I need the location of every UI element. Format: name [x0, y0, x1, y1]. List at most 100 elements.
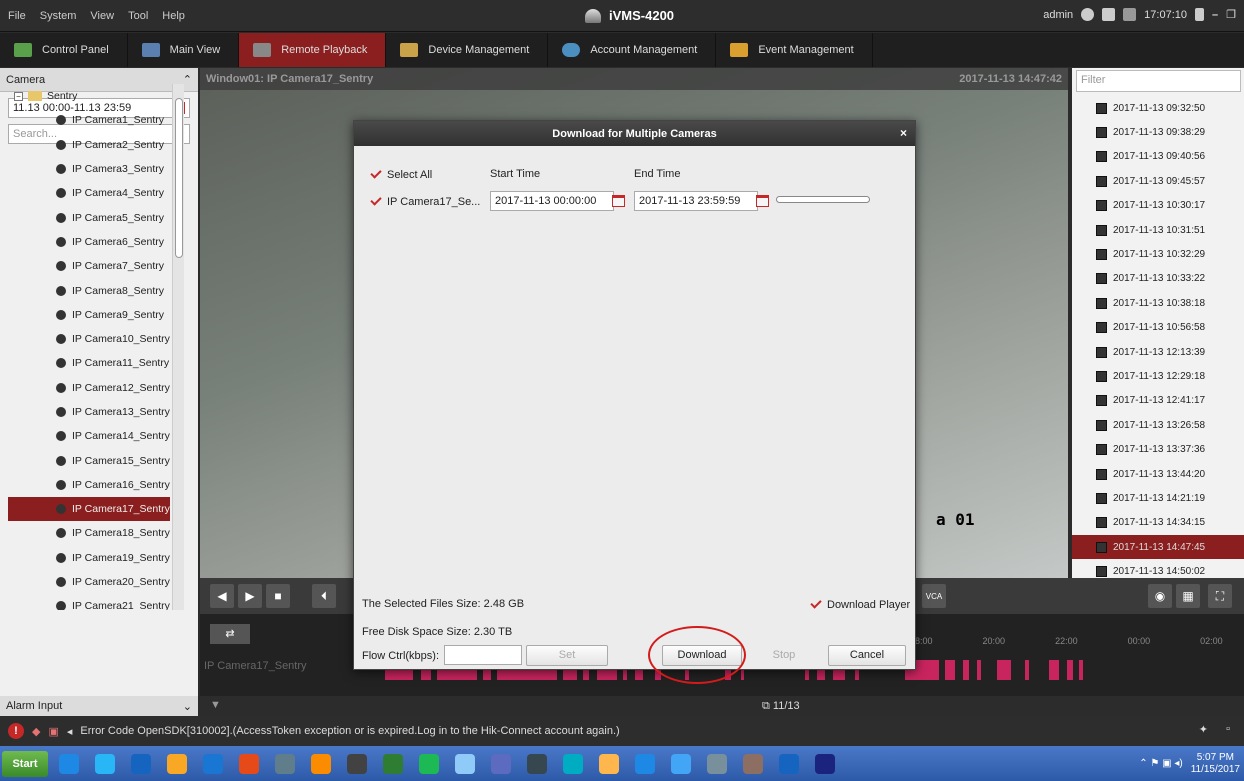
lock-icon[interactable] [1195, 8, 1204, 21]
minimize-icon[interactable]: – [1212, 9, 1218, 21]
tree-camera-item[interactable]: IP Camera21_Sentry [8, 594, 170, 610]
camera-capture-button[interactable]: ◉ [1148, 584, 1172, 608]
tree-camera-item[interactable]: IP Camera1_Sentry [8, 108, 170, 132]
recording-item[interactable]: 2017-11-13 09:45:57 [1072, 169, 1244, 193]
pin-icon[interactable]: ✦ [1199, 723, 1208, 736]
fullscreen-button[interactable]: ⛶ [1208, 584, 1232, 608]
taskbar-app-icon[interactable] [378, 750, 408, 778]
taskbar-app-icon[interactable] [234, 750, 264, 778]
menu-view[interactable]: View [90, 10, 114, 22]
taskbar-app-icon[interactable] [774, 750, 804, 778]
tree-camera-item[interactable]: IP Camera4_Sentry [8, 181, 170, 205]
recording-item[interactable]: 2017-11-13 14:34:15 [1072, 511, 1244, 535]
flow-control-input[interactable] [444, 645, 522, 665]
restore-icon[interactable]: ❐ [1226, 8, 1236, 21]
taskbar-app-icon[interactable] [342, 750, 372, 778]
taskbar-app-icon[interactable] [666, 750, 696, 778]
taskbar-app-icon[interactable] [522, 750, 552, 778]
tree-camera-item[interactable]: IP Camera8_Sentry [8, 278, 170, 302]
taskbar-app-icon[interactable] [450, 750, 480, 778]
dialog-title-bar[interactable]: Download for Multiple Cameras × [354, 121, 915, 146]
tree-camera-item[interactable]: IP Camera6_Sentry [8, 230, 170, 254]
alarm-event-icon[interactable]: ▣ [48, 725, 58, 738]
tree-camera-item[interactable]: IP Camera20_Sentry [8, 570, 170, 594]
taskbar-app-icon[interactable] [810, 750, 840, 778]
recording-item[interactable]: 2017-11-13 12:13:39 [1072, 340, 1244, 364]
select-all-checkbox[interactable]: Select All [370, 168, 432, 181]
recording-item[interactable]: 2017-11-13 09:32:50 [1072, 96, 1244, 120]
recording-item[interactable]: 2017-11-13 10:56:58 [1072, 316, 1244, 340]
tree-camera-item[interactable]: IP Camera12_Sentry [8, 376, 170, 400]
filter-icon[interactable]: ▼ [210, 699, 221, 711]
scrollbar-thumb[interactable] [175, 98, 183, 258]
speaker-icon[interactable]: ◂ [67, 725, 73, 738]
taskbar-app-icon[interactable] [198, 750, 228, 778]
reverse-play-button[interactable]: ◀ [210, 584, 234, 608]
tree-camera-item[interactable]: IP Camera19_Sentry [8, 546, 170, 570]
tab-main-view[interactable]: Main View [128, 33, 240, 67]
tree-camera-item[interactable]: IP Camera11_Sentry [8, 351, 170, 375]
taskbar-app-icon[interactable] [486, 750, 516, 778]
globe-icon[interactable] [1081, 8, 1095, 21]
recording-item[interactable]: 2017-11-13 10:30:17 [1072, 194, 1244, 218]
screen-icon[interactable] [1102, 8, 1116, 21]
taskbar-app-icon[interactable] [126, 750, 156, 778]
end-calendar-icon[interactable] [756, 195, 769, 207]
tree-camera-item[interactable]: IP Camera15_Sentry [8, 448, 170, 472]
recording-item[interactable]: 2017-11-13 10:33:22 [1072, 267, 1244, 291]
restore-panel-icon[interactable]: ▫ [1226, 723, 1230, 735]
tab-event-management[interactable]: Event Management [716, 33, 873, 67]
taskbar-app-icon[interactable] [594, 750, 624, 778]
timeline-toggle-icon[interactable]: ⇄ [210, 624, 250, 644]
tree-camera-item[interactable]: IP Camera5_Sentry [8, 205, 170, 229]
recording-item[interactable]: 2017-11-13 09:40:56 [1072, 145, 1244, 169]
tree-camera-item[interactable]: IP Camera16_Sentry [8, 473, 170, 497]
frame-back-button[interactable]: ⏴ [312, 584, 336, 608]
set-button[interactable]: Set [526, 645, 608, 666]
tree-root-sentry[interactable]: − Sentry [8, 84, 170, 108]
recording-item[interactable]: 2017-11-13 14:47:45 [1072, 535, 1244, 560]
tree-camera-item[interactable]: IP Camera3_Sentry [8, 157, 170, 181]
tree-camera-item[interactable]: IP Camera7_Sentry [8, 254, 170, 278]
tree-camera-item[interactable]: IP Camera2_Sentry [8, 133, 170, 157]
start-button[interactable]: Start [2, 750, 48, 777]
alarm-input-header[interactable]: Alarm Input ⌄ [0, 696, 198, 716]
recording-item[interactable]: 2017-11-13 10:32:29 [1072, 242, 1244, 266]
tray-icons[interactable]: ⌃ ⚑ ▣ ◂) [1139, 758, 1182, 769]
recording-item[interactable]: 2017-11-13 13:26:58 [1072, 413, 1244, 437]
vca-button[interactable]: VCA [922, 584, 946, 608]
menu-file[interactable]: File [8, 10, 26, 22]
warning-icon[interactable]: ! [8, 723, 24, 739]
menu-system[interactable]: System [40, 10, 77, 22]
menu-help[interactable]: Help [162, 10, 185, 22]
close-icon[interactable]: × [900, 126, 907, 140]
tray-clock[interactable]: 5:07 PM 11/15/2017 [1191, 752, 1240, 776]
start-calendar-icon[interactable] [612, 195, 625, 207]
recording-item[interactable]: 2017-11-13 12:29:18 [1072, 364, 1244, 388]
taskbar-app-icon[interactable] [414, 750, 444, 778]
alarm-sound-icon[interactable]: ◆ [32, 725, 40, 738]
taskbar-app-icon[interactable] [54, 750, 84, 778]
window-layout-button[interactable]: ▦ [1176, 584, 1200, 608]
recording-item[interactable]: 2017-11-13 14:50:02 [1072, 559, 1244, 583]
recording-item[interactable]: 2017-11-13 12:41:17 [1072, 389, 1244, 413]
recording-item[interactable]: 2017-11-13 10:31:51 [1072, 218, 1244, 242]
stop-button[interactable]: ■ [266, 584, 290, 608]
taskbar-app-icon[interactable] [558, 750, 588, 778]
recording-item[interactable]: 2017-11-13 13:44:20 [1072, 462, 1244, 486]
tab-control-panel[interactable]: Control Panel [0, 33, 128, 67]
taskbar-app-icon[interactable] [738, 750, 768, 778]
tree-camera-item[interactable]: IP Camera13_Sentry [8, 400, 170, 424]
taskbar-app-icon[interactable] [162, 750, 192, 778]
collapse-icon[interactable]: − [14, 91, 23, 101]
tree-camera-item[interactable]: IP Camera17_Sentry [8, 497, 170, 522]
menu-tool[interactable]: Tool [128, 10, 148, 22]
tree-camera-item[interactable]: IP Camera9_Sentry [8, 303, 170, 327]
filter-input[interactable]: Filter [1076, 70, 1241, 92]
start-time-input[interactable]: 2017-11-13 00:00:00 [490, 191, 614, 211]
camera-row-checkbox[interactable]: IP Camera17_Se... [370, 195, 480, 208]
checkbox-checked-icon[interactable] [370, 168, 381, 179]
play-button[interactable]: ▶ [238, 584, 262, 608]
checkbox-checked-icon[interactable] [370, 195, 381, 206]
download-player-checkbox[interactable]: Download Player [810, 598, 910, 611]
